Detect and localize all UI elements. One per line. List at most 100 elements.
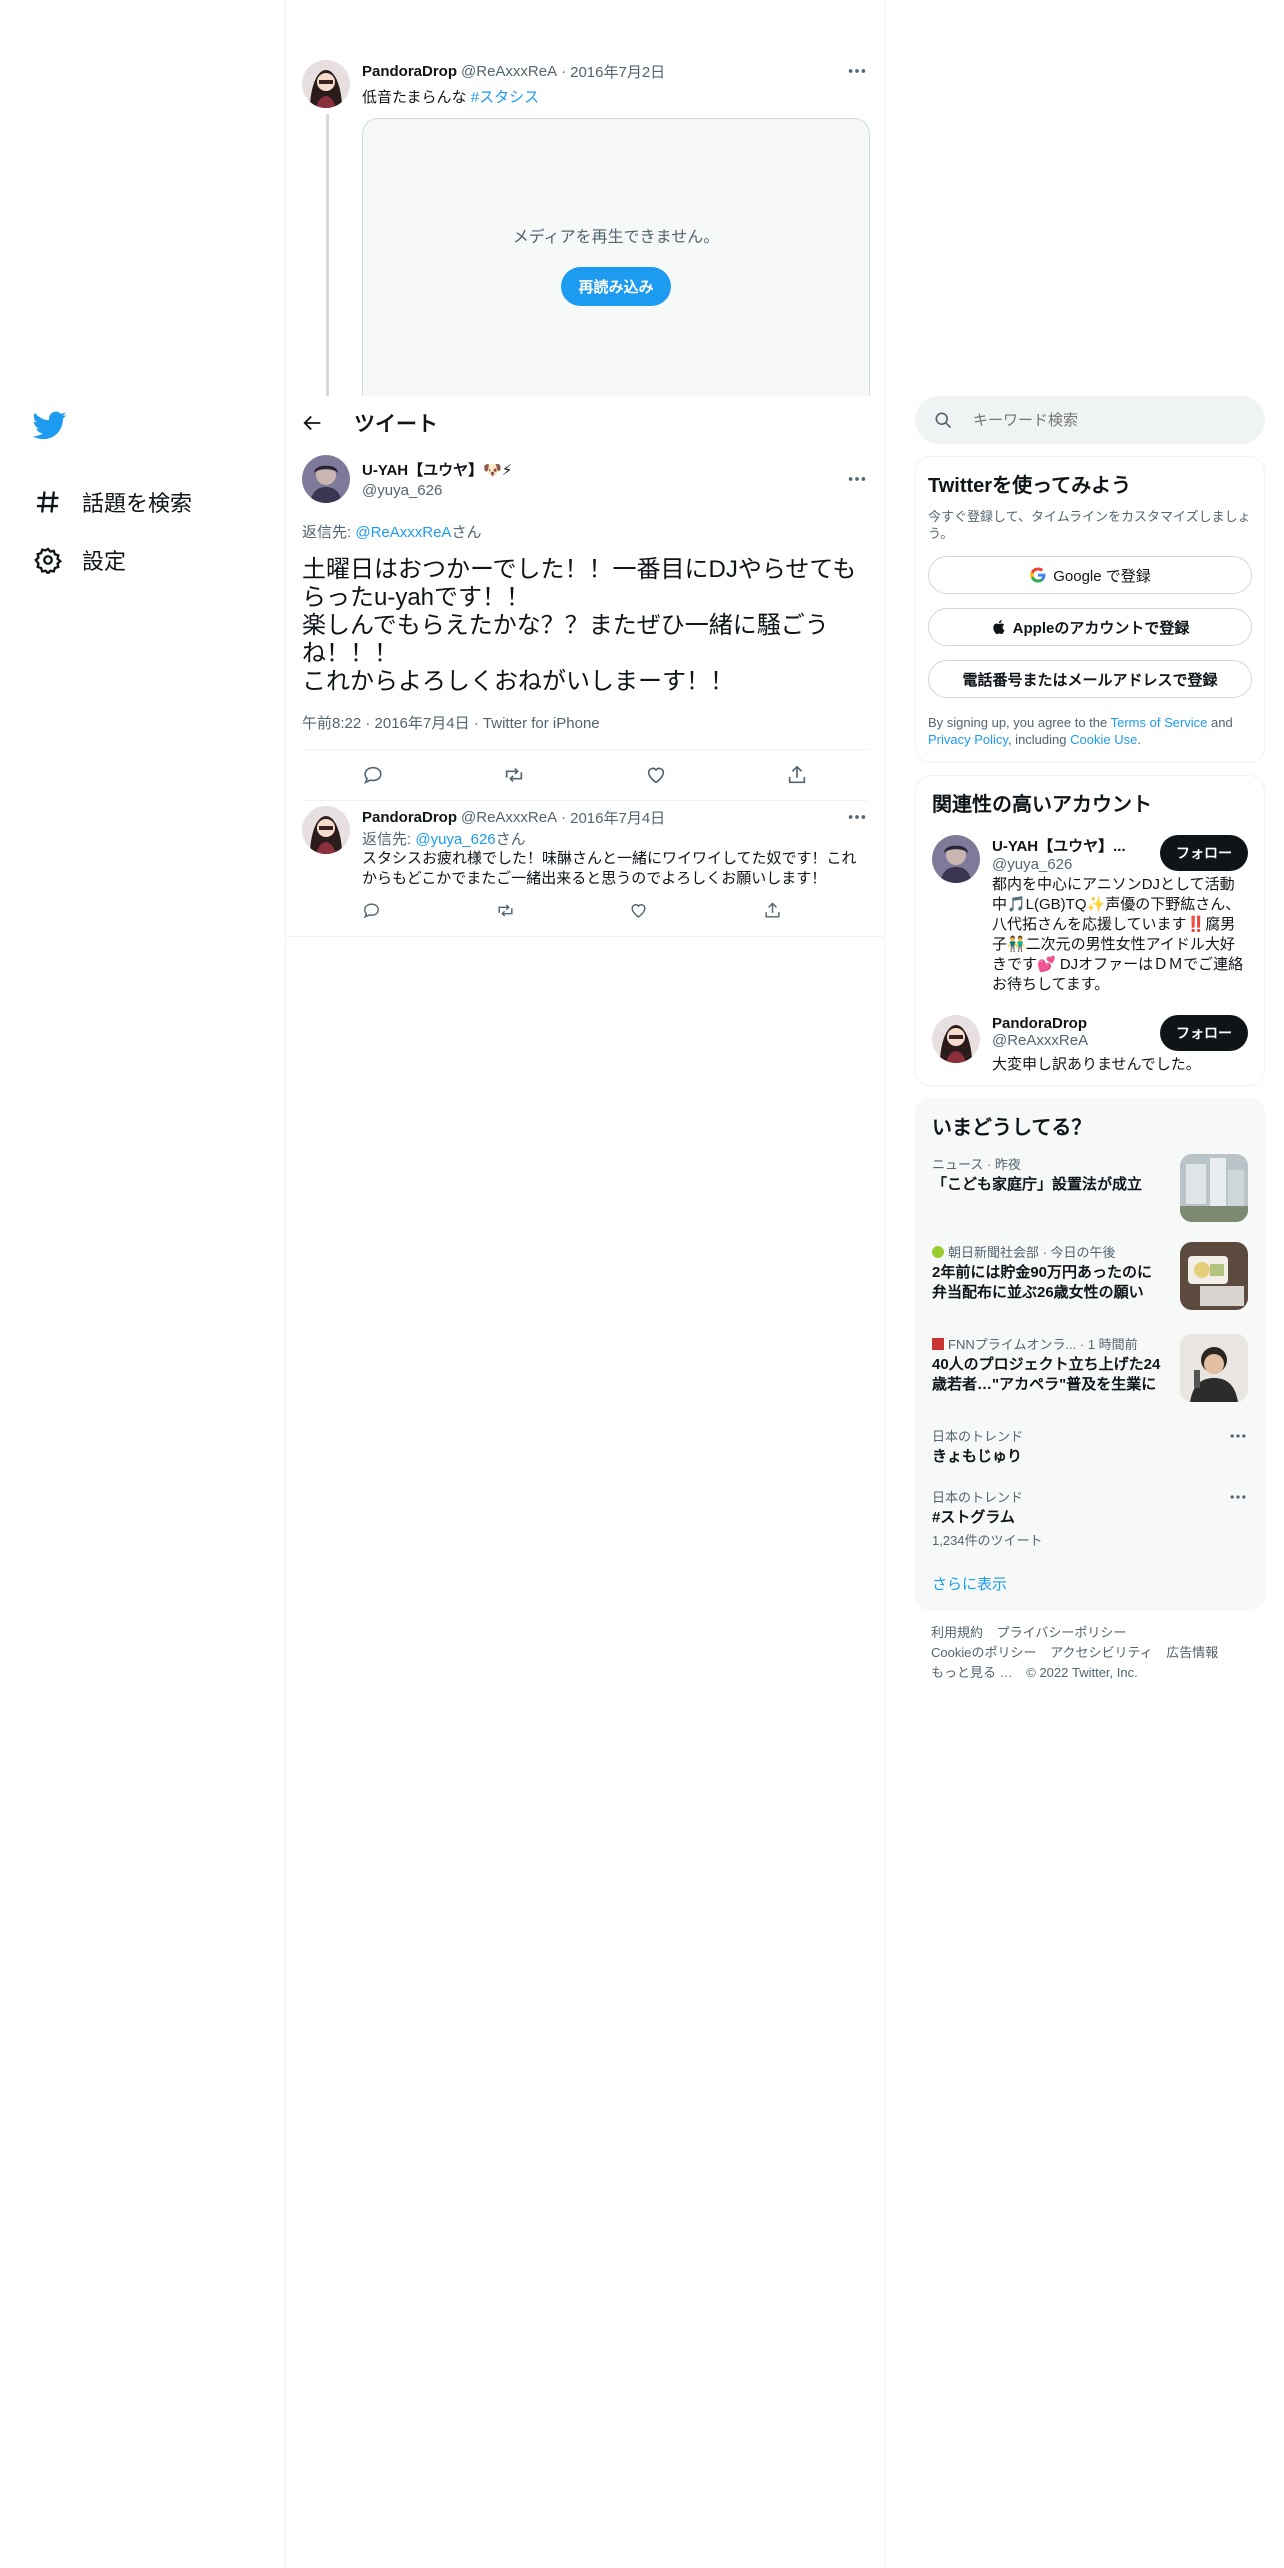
reply-to-line: 返信先: @yuya_626さん: [362, 828, 868, 849]
left-nav: 話題を検索 設定: [30, 400, 280, 589]
media-error-message: メディアを再生できません。: [512, 228, 720, 246]
more-icon[interactable]: [1228, 1487, 1248, 1507]
footer-link[interactable]: 利用規約: [931, 1625, 983, 1640]
parent-tweet[interactable]: PandoraDrop @ReAxxxReA · 2016年7月2日 低音たまら…: [302, 60, 868, 108]
like-icon[interactable]: [629, 901, 648, 920]
author-handle[interactable]: @yuya_626: [362, 482, 846, 499]
news-source-icon: [932, 1246, 944, 1258]
account-name[interactable]: PandoraDrop: [992, 1015, 1160, 1032]
account-name[interactable]: U-YAH【ユウヤ】...: [992, 835, 1160, 856]
account-bio: 大変申し訳ありませんでした。: [992, 1056, 1201, 1073]
tweet-header: PandoraDrop @ReAxxxReA · 2016年7月2日: [362, 60, 868, 82]
footer-link[interactable]: アクセシビリティ: [1050, 1645, 1153, 1660]
account-handle[interactable]: @yuya_626: [992, 856, 1160, 873]
share-icon[interactable]: [763, 901, 782, 920]
share-icon[interactable]: [786, 764, 808, 786]
account-item[interactable]: PandoraDrop @ReAxxxReA フォロー 大変申し訳ありませんでし…: [932, 1015, 1248, 1075]
apple-icon: [992, 620, 1005, 635]
footer-link[interactable]: プライバシーポリシー: [997, 1625, 1127, 1640]
nav-item-label: 設定: [82, 549, 127, 574]
reply-icon[interactable]: [362, 764, 384, 786]
like-icon[interactable]: [645, 764, 667, 786]
author-name[interactable]: U-YAH【ユウヤ】🐶⚡: [362, 459, 846, 480]
terms-including: , including: [1007, 732, 1071, 747]
trend-item[interactable]: 朝日新聞社会部 · 今日の午後 2年前には貯金90万円あったのに 弁当配布に並ぶ…: [916, 1232, 1264, 1324]
hashtag-link[interactable]: #スタシス: [471, 89, 539, 106]
google-signup-button[interactable]: Google で登録: [928, 556, 1252, 594]
account-item[interactable]: U-YAH【ユウヤ】... @yuya_626 フォロー 都内を中心にアニソンD…: [932, 835, 1248, 995]
page-title: ツイート: [354, 412, 438, 436]
focused-tweet: U-YAH【ユウヤ】🐶⚡ @yuya_626 返信先: @ReAxxxReAさん…: [302, 455, 868, 801]
trend-title: 「こども家庭庁」設置法が成立: [932, 1176, 1143, 1193]
tweet-actions: [362, 901, 782, 920]
author-handle[interactable]: @ReAxxxReA: [461, 63, 557, 80]
author-name[interactable]: PandoraDrop: [362, 809, 457, 826]
trend-item[interactable]: 日本のトレンド #ストグラム 1,234件のツイート: [916, 1477, 1264, 1559]
cookie-link[interactable]: Cookie Use: [1070, 732, 1137, 747]
trend-item[interactable]: ニュース · 昨夜 「こども家庭庁」設置法が成立: [916, 1144, 1264, 1232]
trend-label: 日本のトレンド: [932, 1490, 1024, 1505]
avatar[interactable]: [302, 60, 350, 108]
more-icon[interactable]: [846, 468, 868, 490]
avatar[interactable]: [302, 806, 350, 854]
trend-title: きょもじゅり: [932, 1448, 1023, 1465]
apple-signup-label: Appleのアカウントで登録: [1012, 619, 1190, 637]
nav-item-settings[interactable]: 設定: [30, 531, 280, 589]
retweet-icon[interactable]: [496, 901, 515, 920]
tweet-date[interactable]: 2016年7月4日: [570, 807, 665, 828]
tweet-text: 低音たまらんな #スタシス: [362, 86, 868, 107]
twitter-bird-icon[interactable]: [32, 408, 67, 442]
trend-title: 40人のプロジェクト立ち上げた24歳若者…"アカペラ"普及を生業に: [932, 1356, 1161, 1393]
tweet-date[interactable]: 2016年7月2日: [570, 61, 665, 82]
trend-thumbnail: [1180, 1242, 1248, 1310]
terms-link[interactable]: Terms of Service: [1111, 715, 1208, 730]
avatar[interactable]: [932, 1015, 980, 1063]
follow-button[interactable]: フォロー: [1160, 1015, 1248, 1051]
back-arrow-icon[interactable]: [302, 412, 324, 434]
apple-signup-button[interactable]: Appleのアカウントで登録: [928, 608, 1252, 646]
nav-item-label: 話題を検索: [82, 491, 193, 516]
account-handle[interactable]: @ReAxxxReA: [992, 1032, 1160, 1049]
author-handle[interactable]: @ReAxxxReA: [461, 809, 557, 826]
terms-period: .: [1137, 732, 1141, 747]
avatar[interactable]: [932, 835, 980, 883]
footer-link[interactable]: 広告情報: [1166, 1645, 1218, 1660]
show-more-link[interactable]: さらに表示: [916, 1559, 1264, 1604]
more-icon[interactable]: [846, 806, 868, 828]
trend-item[interactable]: 日本のトレンド きょもじゅり: [916, 1416, 1264, 1477]
nav-item-explore[interactable]: 話題を検索: [30, 473, 280, 531]
dot-separator: ·: [561, 808, 567, 826]
thread-line: [326, 114, 329, 414]
reply-tweet[interactable]: PandoraDrop @ReAxxxReA · 2016年7月4日 返信先: …: [286, 798, 884, 937]
avatar[interactable]: [302, 455, 350, 503]
tweet-meta[interactable]: 午前8:22 · 2016年7月4日 · Twitter for iPhone: [302, 712, 868, 733]
more-icon[interactable]: [1228, 1426, 1248, 1446]
google-icon: [1030, 567, 1046, 583]
signup-card: Twitterを使ってみよう 今すぐ登録して、タイムラインをカスタマイズしましょ…: [915, 456, 1265, 763]
footer-more-link[interactable]: もっと見る …: [931, 1665, 1013, 1680]
follow-button[interactable]: フォロー: [1160, 835, 1248, 871]
reply-to-link[interactable]: @yuya_626: [415, 831, 495, 848]
trend-thumbnail: [1180, 1334, 1248, 1402]
author-name[interactable]: PandoraDrop: [362, 63, 457, 80]
reply-to-link[interactable]: @ReAxxxReA: [355, 524, 451, 541]
search-input[interactable]: [971, 410, 1215, 430]
right-sidebar: Twitterを使ってみよう 今すぐ登録して、タイムラインをカスタマイズしましょ…: [915, 396, 1265, 1695]
search-box[interactable]: [915, 396, 1265, 444]
footer-link[interactable]: Cookieのポリシー: [931, 1645, 1036, 1660]
phone-email-signup-button[interactable]: 電話番号またはメールアドレスで登録: [928, 660, 1252, 698]
trend-item[interactable]: FNNプライムオンラ... · 1 時間前 40人のプロジェクト立ち上げた24歳…: [916, 1324, 1264, 1416]
trend-label-text: FNNプライムオンラ... · 1 時間前: [948, 1337, 1138, 1352]
tweet-text-content: 低音たまらんな: [362, 89, 467, 106]
more-icon[interactable]: [846, 60, 868, 82]
trend-title: #ストグラム: [932, 1509, 1015, 1526]
reload-button[interactable]: 再読み込み: [561, 266, 671, 306]
privacy-link[interactable]: Privacy Policy: [928, 732, 1008, 747]
reply-icon[interactable]: [362, 901, 381, 920]
retweet-icon[interactable]: [503, 764, 525, 786]
tweet-header-bar: ツイート: [286, 396, 884, 449]
footer: 利用規約 プライバシーポリシー Cookieのポリシー アクセシビリティ 広告情…: [915, 1611, 1265, 1695]
signup-subtitle: 今すぐ登録して、タイムラインをカスタマイズしましょう。: [928, 509, 1251, 541]
terms-and: and: [1207, 715, 1233, 730]
reply-to-line: 返信先: @ReAxxxReAさん: [302, 521, 868, 542]
